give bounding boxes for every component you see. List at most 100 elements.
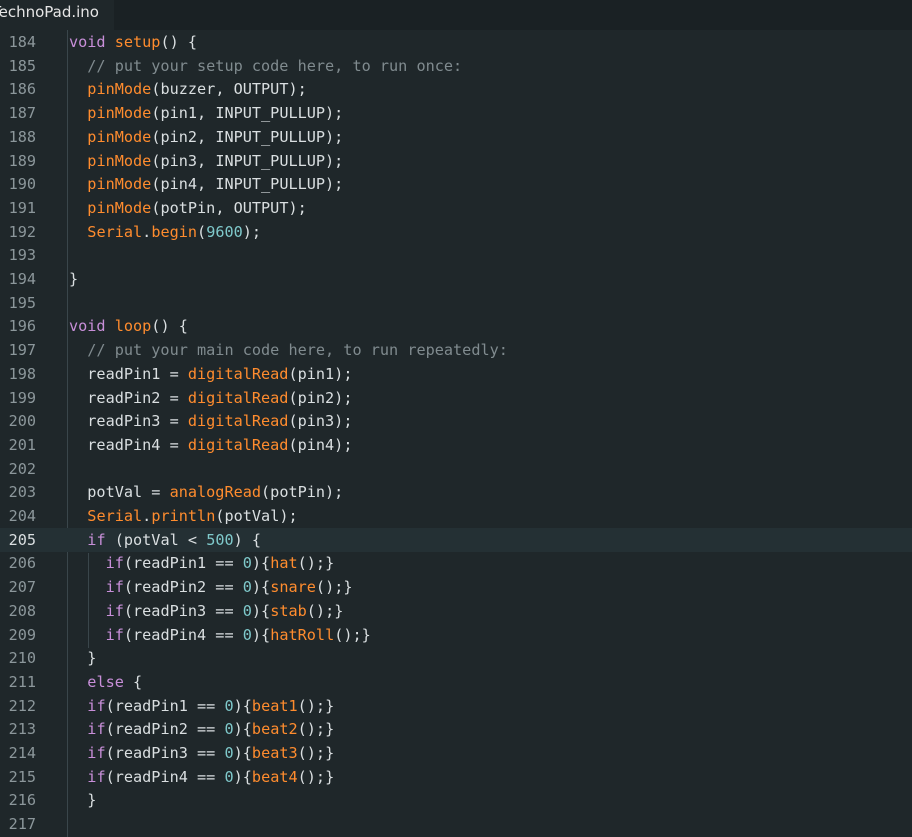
code-token: Serial [87,507,143,525]
code-token: ); [242,222,262,241]
code-text: pinMode(pin3, INPUT_PULLUP); [69,149,343,173]
code-text: // put your main code here, to run repea… [69,338,508,362]
code-token: beat3 [251,744,298,762]
code-line[interactable]: 207 if(readPin2 == 0){snare();} [0,575,912,599]
code-line[interactable]: 188 pinMode(pin2, INPUT_PULLUP); [0,125,912,149]
code-line[interactable]: 192 Serial.begin(9600); [0,220,912,244]
code-token: println [151,507,216,525]
line-number: 206 [8,554,36,573]
line-number: 216 [8,791,36,810]
code-token: // put your setup code here, to run once… [69,56,463,75]
code-token: ){ [251,578,271,597]
code-line[interactable]: 195 [0,291,912,315]
tab-technopad-ino[interactable]: TechnoPad.ino [0,0,114,30]
code-token: ();} [297,767,335,786]
code-token: beat4 [251,767,298,786]
code-line[interactable]: 216 } [0,788,912,812]
code-token: (readPin2 == [123,578,243,597]
line-number: 209 [8,625,36,644]
code-token: digitalRead [187,435,289,454]
code-text: if(readPin2 == 0){snare();} [69,575,353,599]
line-number: 189 [8,151,36,170]
code-line[interactable]: 209 if(readPin4 == 0){hatRoll();} [0,623,912,647]
code-line[interactable]: 190 pinMode(pin4, INPUT_PULLUP); [0,172,912,196]
code-line[interactable]: 214 if(readPin3 == 0){beat3();} [0,741,912,765]
line-number: 202 [8,459,36,478]
code-token: (readPin3 == [123,601,243,620]
code-editor[interactable]: 184 void setup() {185 // put your setup c… [0,30,912,837]
code-line[interactable]: 196 void loop() { [0,314,912,338]
code-text: readPin1 = digitalRead(pin1); [69,362,352,386]
code-token: (pin1, INPUT_PULLUP); [151,104,344,123]
code-token: if [105,601,124,620]
line-number: 186 [8,80,36,99]
code-line[interactable]: 186 pinMode(buzzer, OUTPUT); [0,77,912,101]
code-token: ();} [315,578,353,597]
code-token: 0 [242,578,252,597]
code-line[interactable]: 193 [0,243,912,267]
code-token: ){ [251,601,271,620]
code-line[interactable]: 210 } [0,646,912,670]
code-line[interactable]: 213 if(readPin2 == 0){beat2();} [0,717,912,741]
line-number: 199 [8,388,36,407]
code-line[interactable]: 211 else { [0,670,912,694]
code-line[interactable]: 197 // put your main code here, to run r… [0,338,912,362]
code-line[interactable]: 212 if(readPin1 == 0){beat1();} [0,694,912,718]
line-number: 194 [8,270,36,288]
code-line[interactable]: 215 if(readPin4 == 0){beat4();} [0,765,912,789]
code-line[interactable]: 217 [0,812,912,836]
code-token: 9600 [206,222,243,241]
code-token: ();} [306,601,344,620]
code-line[interactable]: 202 [0,457,912,481]
line-number: 193 [8,246,36,265]
line-number: 203 [8,483,36,502]
code-token: . [142,222,152,241]
code-token: void [69,33,115,51]
line-number: 213 [8,720,36,739]
code-line[interactable]: 205 if (potVal < 500) { [0,527,912,552]
code-token: if [87,696,106,715]
code-line[interactable]: 189 pinMode(pin3, INPUT_PULLUP); [0,149,912,173]
code-text: if (potVal < 500) { [69,528,261,552]
line-number: 187 [8,104,36,123]
code-line[interactable]: 206 if(readPin1 == 0){hat();} [0,551,912,575]
line-number: 205 [8,530,36,549]
code-line[interactable]: 201 readPin4 = digitalRead(pin4); [0,433,912,457]
code-text: pinMode(pin4, INPUT_PULLUP); [69,172,343,196]
code-line[interactable]: 204 Serial.println(potVal); [0,504,912,528]
code-line[interactable]: 185 // put your setup code here, to run … [0,54,912,78]
code-token: if [87,767,106,786]
code-token: } [69,270,79,288]
code-token: ){ [233,720,252,739]
code-token: digitalRead [187,388,289,407]
code-line[interactable]: 203 potVal = analogRead(potPin); [0,480,912,504]
code-token: if [87,720,106,739]
code-line[interactable]: 198 readPin1 = digitalRead(pin1); [0,362,912,386]
code-line[interactable]: 191 pinMode(potPin, OUTPUT); [0,196,912,220]
code-text: if(readPin3 == 0){stab();} [69,599,344,623]
code-text: } [69,646,96,670]
code-line[interactable]: 187 pinMode(pin1, INPUT_PULLUP); [0,101,912,125]
code-text: potVal = analogRead(potPin); [69,480,343,504]
code-line[interactable]: 208 if(readPin3 == 0){stab();} [0,599,912,623]
code-token: ();} [334,625,371,644]
line-number: 217 [8,815,36,834]
line-number: 200 [8,412,36,431]
code-text: // put your setup code here, to run once… [69,54,462,78]
code-line[interactable]: 194} [0,267,912,291]
code-text: if(readPin2 == 0){beat2();} [69,717,334,741]
code-line[interactable]: 200 readPin3 = digitalRead(pin3); [0,409,912,433]
code-line[interactable]: 184 void setup() { [0,30,912,54]
code-line[interactable]: 199 readPin2 = digitalRead(pin2); [0,386,912,410]
line-number: 204 [8,507,36,525]
code-token: } [69,791,97,810]
code-token: (pin3); [288,412,353,431]
code-token: { [123,672,143,691]
